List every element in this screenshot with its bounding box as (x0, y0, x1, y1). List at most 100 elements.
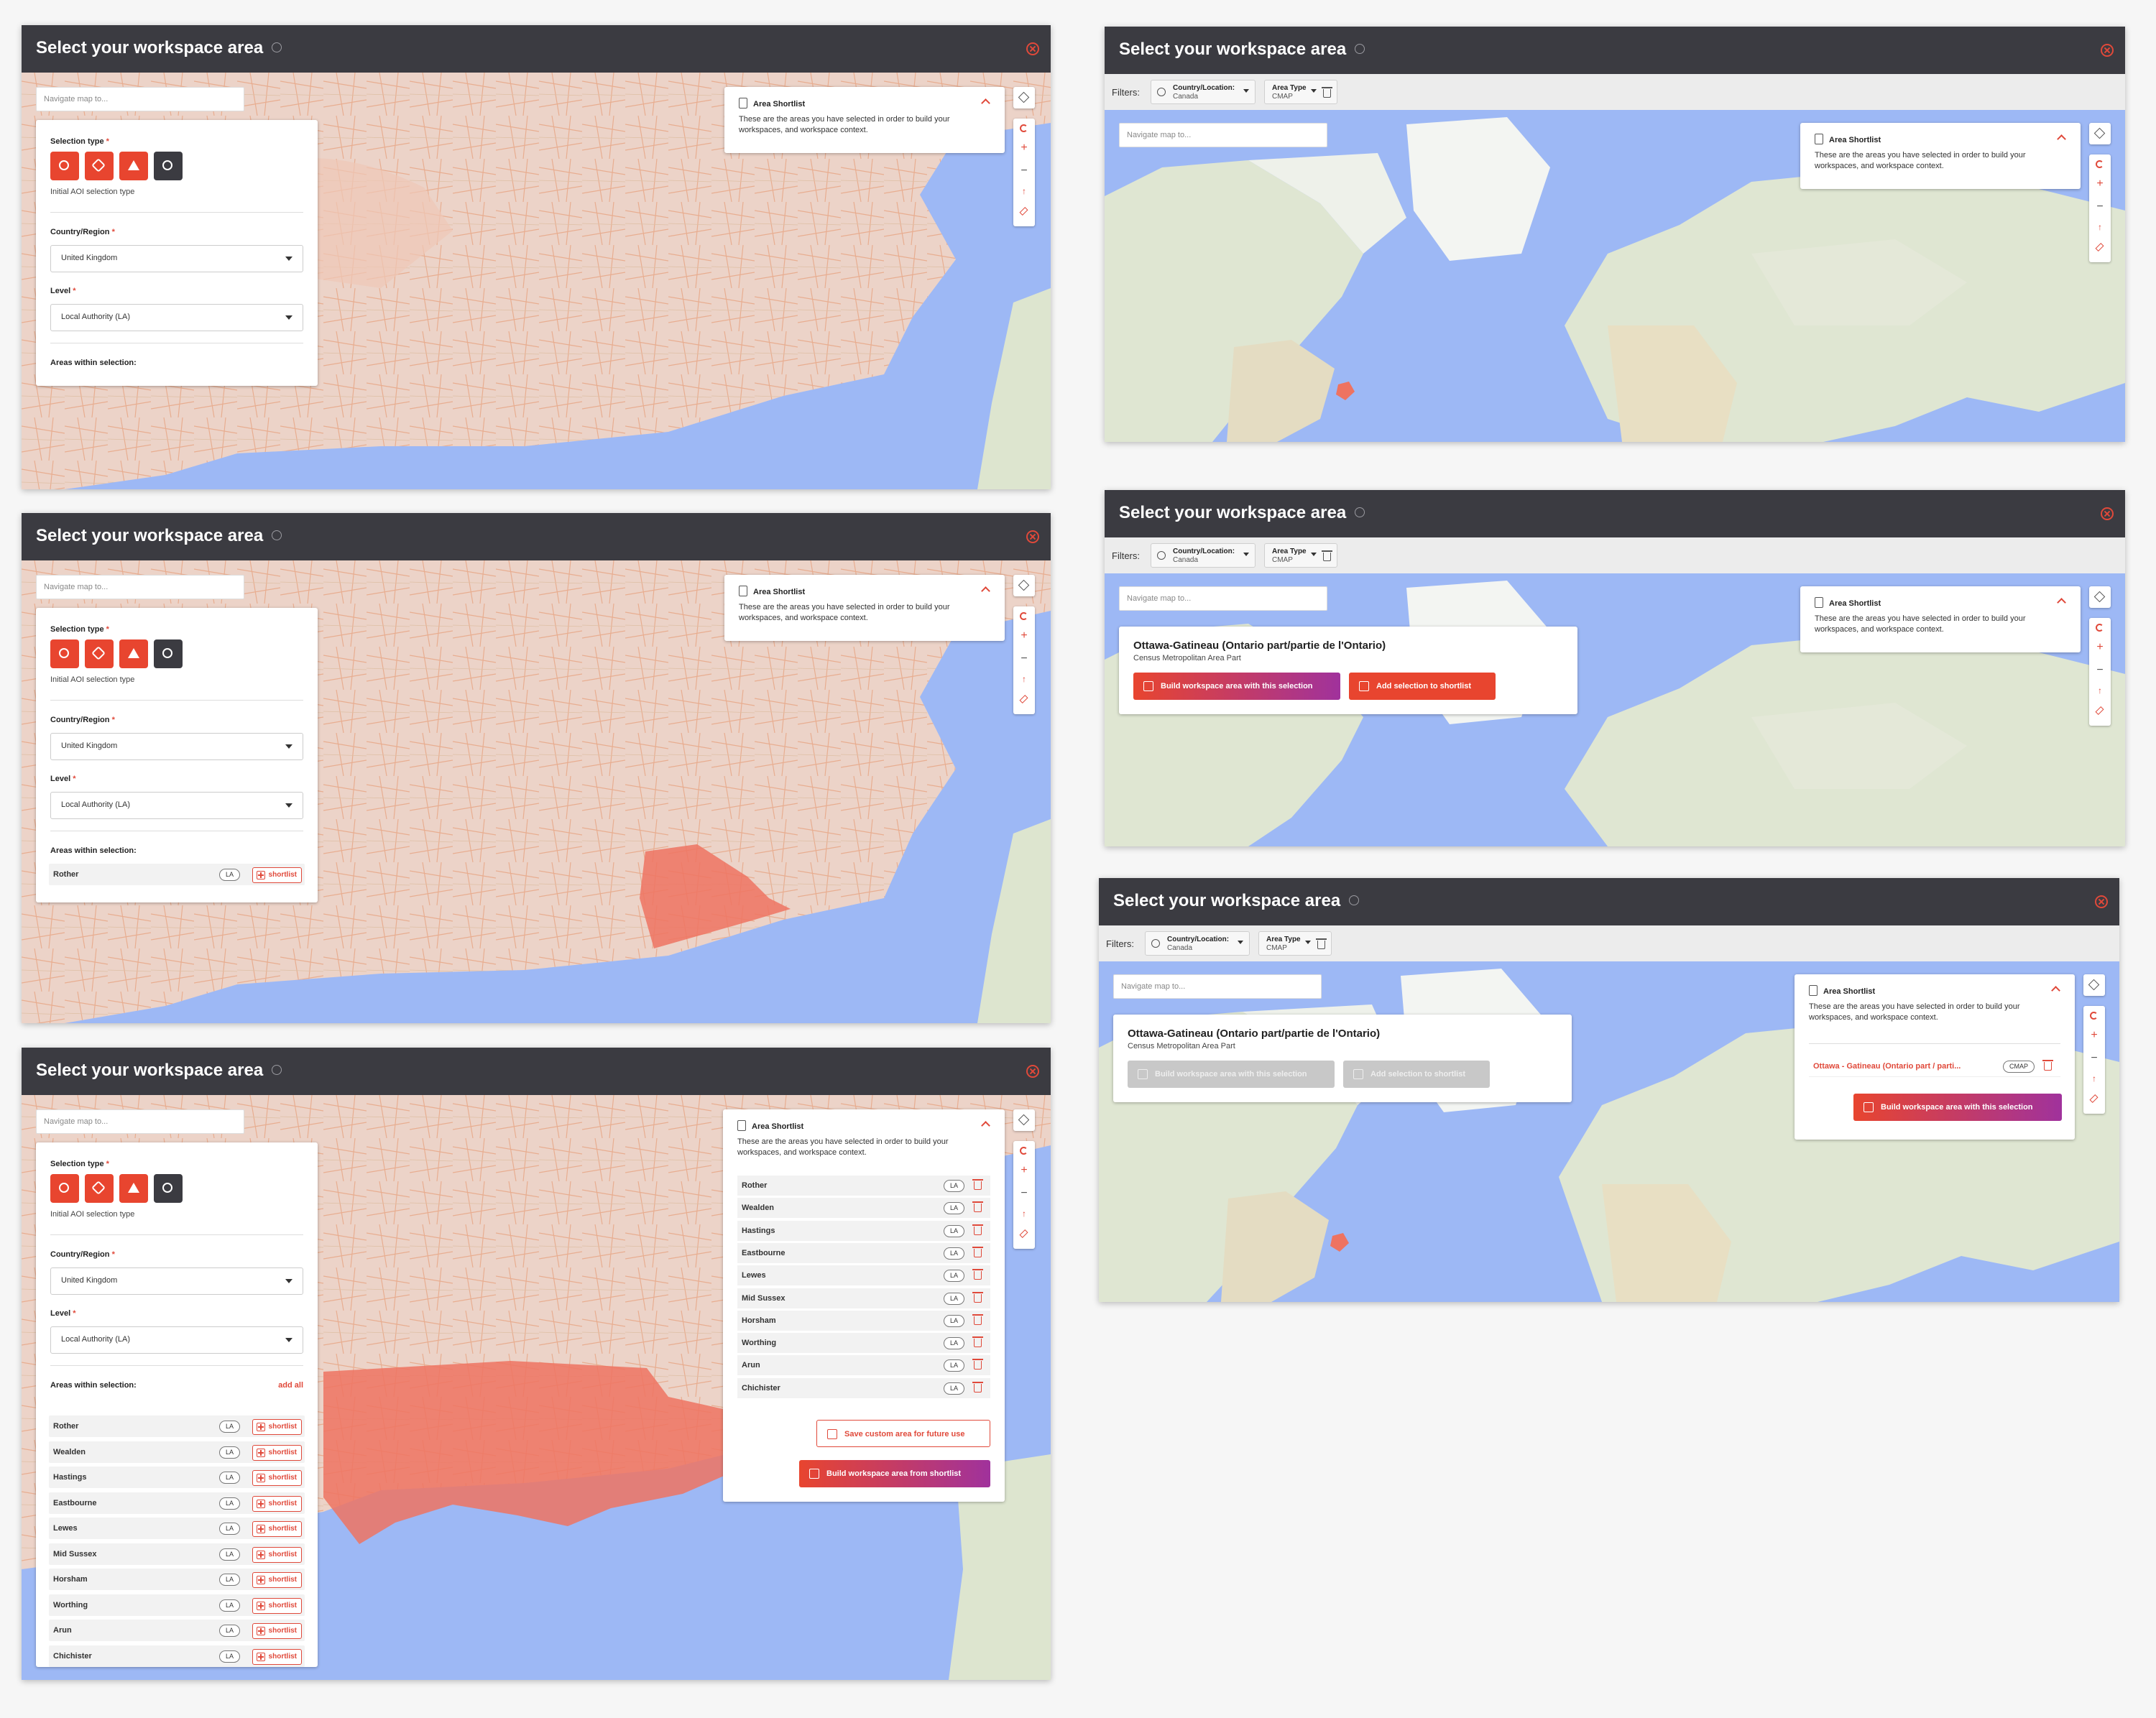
polygon-select-button[interactable] (119, 1174, 148, 1203)
zoom-in-icon[interactable]: + (1013, 629, 1035, 642)
route-select-button[interactable] (85, 639, 114, 668)
zoom-in-icon[interactable]: + (2089, 177, 2111, 190)
layers-button[interactable] (1013, 1109, 1035, 1131)
close-icon[interactable] (2095, 895, 2108, 908)
country-select[interactable]: United Kingdom (50, 1267, 303, 1295)
trash-icon[interactable] (972, 1336, 983, 1348)
trash-icon[interactable] (972, 1313, 983, 1325)
undo-icon[interactable] (1020, 1147, 1028, 1155)
shortlist-button[interactable]: shortlist (252, 1546, 302, 1563)
undo-icon[interactable] (1020, 124, 1028, 132)
trash-icon[interactable] (1322, 87, 1332, 98)
ruler-icon[interactable] (1019, 1229, 1028, 1239)
undo-icon[interactable] (2090, 1012, 2098, 1020)
ruler-icon[interactable] (2095, 706, 2104, 716)
shortlist-button[interactable]: shortlist (252, 1623, 302, 1639)
country-filter[interactable]: Country/Location: Canada (1145, 931, 1250, 956)
zoom-in-icon[interactable]: + (2089, 641, 2111, 654)
compass-icon[interactable]: ↑ (2089, 685, 2111, 696)
close-icon[interactable] (1026, 42, 1039, 55)
level-select[interactable]: Local Authority (LA) (50, 792, 303, 819)
zoom-in-icon[interactable]: + (1013, 1164, 1035, 1177)
area-select-button[interactable] (154, 639, 183, 668)
layers-button[interactable] (2083, 974, 2105, 996)
polygon-select-button[interactable] (119, 152, 148, 180)
undo-icon[interactable] (1020, 612, 1028, 620)
level-select[interactable]: Local Authority (LA) (50, 304, 303, 331)
chevron-up-icon[interactable] (981, 1121, 990, 1130)
trash-icon[interactable] (972, 1246, 983, 1257)
trash-icon[interactable] (972, 1381, 983, 1393)
search-input[interactable]: Navigate map to... (36, 87, 244, 111)
compass-icon[interactable]: ↑ (1013, 1209, 1035, 1219)
country-select[interactable]: United Kingdom (50, 245, 303, 272)
compass-icon[interactable]: ↑ (1013, 186, 1035, 196)
country-filter[interactable]: Country/Location: Canada (1151, 543, 1256, 568)
close-icon[interactable] (2101, 44, 2114, 57)
zoom-in-icon[interactable]: + (1013, 142, 1035, 154)
trash-icon[interactable] (972, 1291, 983, 1303)
search-input[interactable]: Navigate map to... (1119, 586, 1327, 611)
area-select-button[interactable] (154, 1174, 183, 1203)
route-select-button[interactable] (85, 1174, 114, 1203)
area-type-filter[interactable]: Area Type CMAP (1264, 543, 1337, 568)
layers-button[interactable] (1013, 575, 1035, 596)
zoom-out-icon[interactable]: − (1013, 165, 1035, 177)
zoom-out-icon[interactable]: − (1013, 652, 1035, 665)
area-select-button[interactable] (154, 152, 183, 180)
trash-icon[interactable] (1322, 550, 1332, 561)
zoom-out-icon[interactable]: − (2089, 200, 2111, 213)
info-icon[interactable] (272, 530, 282, 540)
save-custom-area-button[interactable]: Save custom area for future use (816, 1420, 990, 1447)
compass-icon[interactable]: ↑ (2089, 222, 2111, 232)
add-to-shortlist-button[interactable]: Add selection to shortlist (1349, 673, 1496, 700)
build-with-selection-button[interactable]: Build workspace area with this selection (1133, 673, 1340, 700)
trash-icon[interactable] (972, 1179, 983, 1190)
shortlist-button[interactable]: shortlist (252, 867, 302, 883)
layers-button[interactable] (1013, 87, 1035, 108)
shortlist-button[interactable]: shortlist (252, 1521, 302, 1537)
ruler-icon[interactable] (1019, 206, 1028, 216)
info-icon[interactable] (272, 1064, 282, 1075)
shortlist-button[interactable]: shortlist (252, 1495, 302, 1512)
area-type-filter[interactable]: Area Type CMAP (1264, 80, 1337, 104)
ruler-icon[interactable] (2095, 242, 2104, 252)
add-all-link[interactable]: add all (278, 1381, 303, 1390)
info-icon[interactable] (1349, 895, 1360, 905)
trash-icon[interactable] (2042, 1060, 2053, 1071)
route-select-button[interactable] (85, 152, 114, 180)
layers-button[interactable] (2089, 123, 2111, 144)
search-input[interactable]: Navigate map to... (1113, 974, 1322, 999)
trash-icon[interactable] (972, 1269, 983, 1280)
trash-icon[interactable] (1316, 938, 1327, 949)
compass-icon[interactable]: ↑ (2083, 1073, 2105, 1084)
close-icon[interactable] (1026, 1065, 1039, 1078)
shortlist-button[interactable]: shortlist (252, 1470, 302, 1486)
zoom-out-icon[interactable]: − (2089, 664, 2111, 677)
shortlist-button[interactable]: shortlist (252, 1648, 302, 1665)
shortlist-button[interactable]: shortlist (252, 1419, 302, 1435)
shortlist-button[interactable]: shortlist (252, 1572, 302, 1588)
chevron-up-icon[interactable] (2057, 134, 2066, 144)
polygon-select-button[interactable] (119, 639, 148, 668)
info-icon[interactable] (1355, 507, 1365, 517)
build-from-shortlist-button[interactable]: Build workspace area from shortlist (799, 1460, 990, 1487)
close-icon[interactable] (2101, 507, 2114, 520)
trash-icon[interactable] (972, 1201, 983, 1213)
shortlist-button[interactable]: shortlist (252, 1597, 302, 1614)
chevron-up-icon[interactable] (2057, 598, 2066, 607)
shortlist-button[interactable]: shortlist (252, 1444, 302, 1461)
chevron-up-icon[interactable] (2051, 986, 2060, 995)
country-filter[interactable]: Country/Location: Canada (1151, 80, 1256, 104)
build-with-selection-button[interactable]: Build workspace area with this selection (1853, 1094, 2062, 1121)
point-select-button[interactable] (50, 1174, 79, 1203)
trash-icon[interactable] (972, 1224, 983, 1235)
layers-button[interactable] (2089, 586, 2111, 608)
search-input[interactable]: Navigate map to... (36, 575, 244, 599)
add-to-shortlist-button-disabled[interactable]: Add selection to shortlist (1343, 1061, 1490, 1088)
trash-icon[interactable] (972, 1359, 983, 1370)
ruler-icon[interactable] (1019, 694, 1028, 704)
chevron-up-icon[interactable] (981, 586, 990, 596)
zoom-in-icon[interactable]: + (2083, 1029, 2105, 1042)
zoom-out-icon[interactable]: − (1013, 1187, 1035, 1200)
